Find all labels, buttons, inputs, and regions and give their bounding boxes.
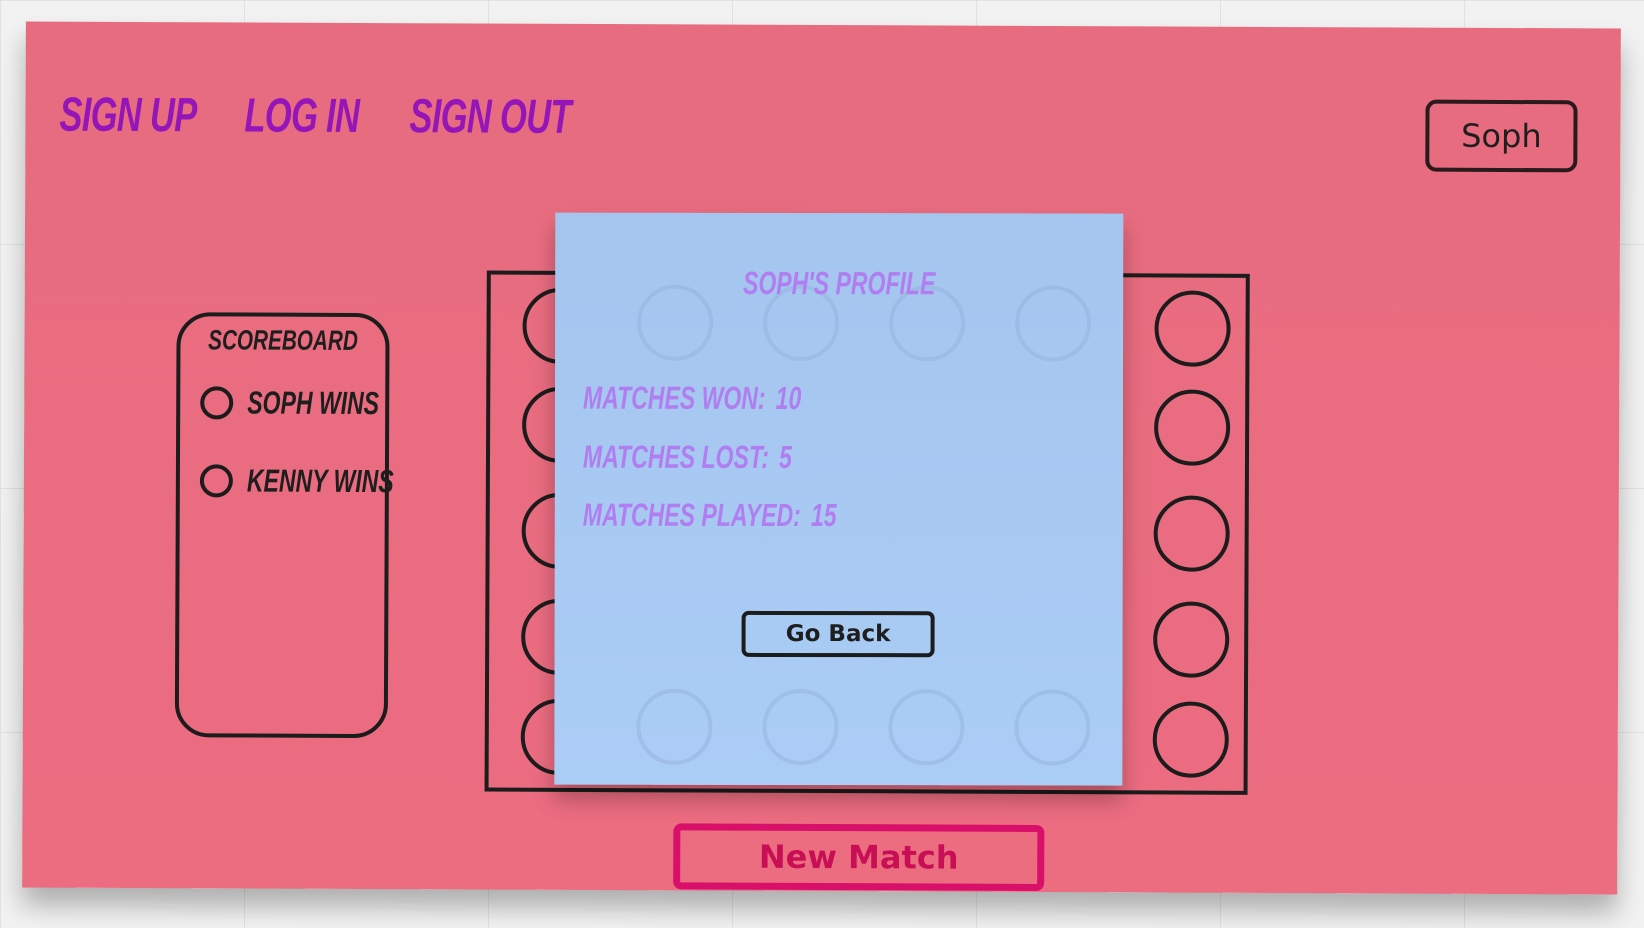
scoreboard-option-kenny-wins[interactable]: Kenny Wins bbox=[199, 462, 451, 500]
app-canvas: Sign Up Log In Sign Out Soph Scoreboard … bbox=[22, 21, 1621, 895]
board-cell-faded bbox=[888, 689, 965, 766]
log-in-link[interactable]: Log In bbox=[244, 86, 359, 146]
radio-button[interactable] bbox=[200, 386, 234, 420]
stat-matches-played: Matches Played: 15 bbox=[583, 497, 837, 534]
user-name: Soph bbox=[1461, 116, 1542, 156]
profile-title: Soph's Profile bbox=[742, 264, 936, 302]
stat-label: Matches Won: bbox=[582, 379, 766, 416]
user-profile-button[interactable]: Soph bbox=[1425, 99, 1578, 173]
sign-up-link[interactable]: Sign Up bbox=[59, 86, 196, 147]
stat-value: 5 bbox=[778, 438, 792, 475]
radio-button[interactable] bbox=[199, 464, 233, 498]
scoreboard-option-label: Kenny Wins bbox=[246, 462, 394, 500]
board-cell[interactable] bbox=[1154, 290, 1231, 367]
stat-value: 15 bbox=[810, 497, 837, 534]
stat-matches-lost: Matches Lost: 5 bbox=[583, 439, 792, 476]
scoreboard-option-soph-wins[interactable]: Soph Wins bbox=[200, 384, 430, 422]
board-cell[interactable] bbox=[1152, 701, 1229, 778]
new-match-button[interactable]: New Match bbox=[673, 823, 1045, 891]
board-cell[interactable] bbox=[1153, 389, 1231, 466]
stat-value: 10 bbox=[775, 379, 802, 417]
board-cell-faded bbox=[636, 688, 713, 765]
scoreboard-title: Scoreboard bbox=[208, 324, 358, 356]
scoreboard-panel: Scoreboard Soph Wins Kenny Wins bbox=[174, 312, 394, 739]
stat-matches-won: Matches Won: 10 bbox=[583, 380, 801, 417]
stat-label: Matches Played: bbox=[582, 496, 801, 534]
board-cell[interactable] bbox=[1153, 601, 1230, 678]
sign-out-link[interactable]: Sign Out bbox=[409, 87, 571, 148]
board-cell-faded bbox=[1014, 689, 1091, 766]
board-cell[interactable] bbox=[1153, 495, 1230, 572]
scoreboard-option-label: Soph Wins bbox=[247, 384, 380, 422]
stat-label: Matches Lost: bbox=[582, 438, 769, 475]
board-cell-faded bbox=[762, 688, 839, 766]
go-back-button[interactable]: Go Back bbox=[741, 610, 935, 658]
profile-modal: Soph's Profile Matches Won: 10 Matches Lo… bbox=[554, 212, 1124, 786]
